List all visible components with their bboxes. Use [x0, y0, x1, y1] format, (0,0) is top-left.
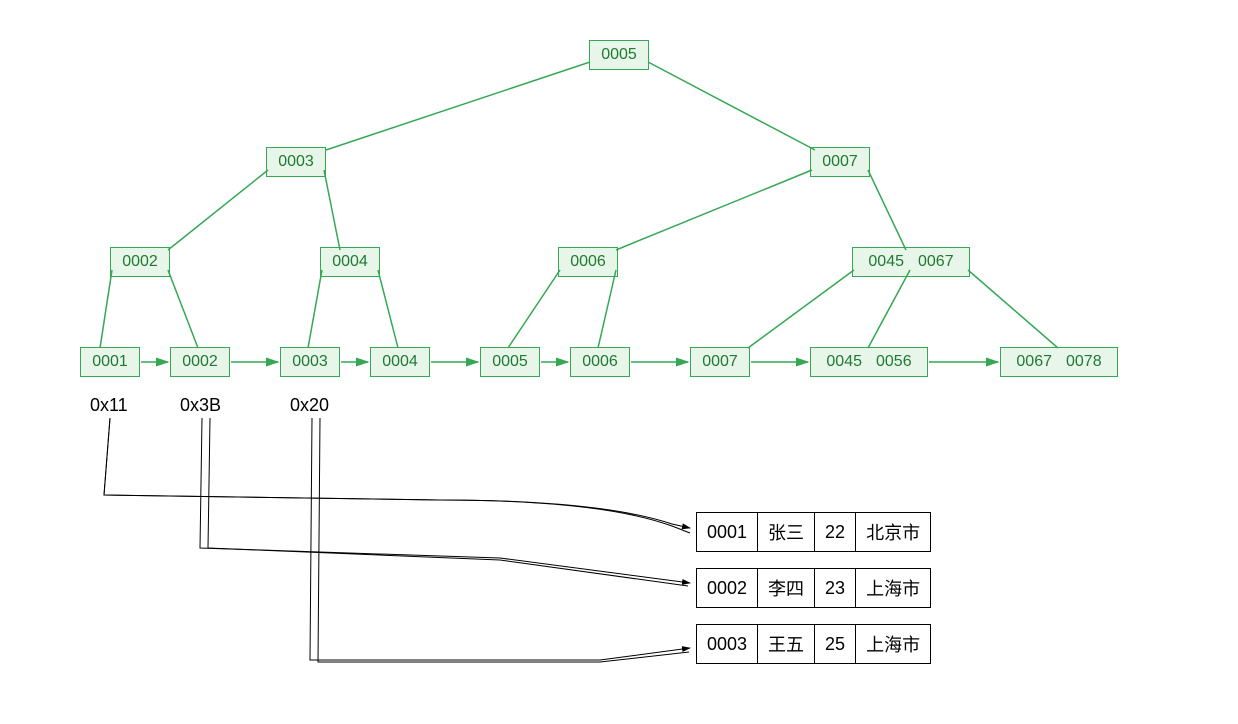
cell-city: 上海市 — [856, 625, 931, 664]
tree-leaf: 0001 — [80, 347, 140, 377]
table-row: 0001 张三 22 北京市 — [697, 513, 931, 552]
tree-leaf: 0007 — [690, 347, 750, 377]
tree-leaf: 0003 — [280, 347, 340, 377]
tree-leaf: 0005 — [480, 347, 540, 377]
node-key: 0007 — [702, 353, 738, 371]
cell-city: 上海市 — [856, 569, 931, 608]
records-table: 0001 张三 22 北京市 0002 李四 23 上海市 0003 王五 25… — [696, 512, 931, 664]
tree-node-internal: 0007 — [810, 147, 870, 177]
cell-name: 李四 — [758, 569, 815, 608]
node-key: 0002 — [122, 253, 158, 271]
node-key: 0007 — [822, 153, 858, 171]
cell-name: 张三 — [758, 513, 815, 552]
node-key: 0004 — [332, 253, 368, 271]
node-key: 0067 — [918, 253, 954, 271]
cell-key: 0002 — [697, 569, 758, 608]
tree-leaf: 0045 0056 — [810, 347, 928, 377]
tree-node-root: 0005 — [589, 40, 649, 70]
cell-city: 北京市 — [856, 513, 931, 552]
node-key: 0003 — [292, 353, 328, 371]
node-key: 0045 — [868, 253, 904, 271]
node-key: 0045 — [826, 353, 862, 371]
tree-leaf: 0067 0078 — [1000, 347, 1118, 377]
pointer-label: 0x20 — [290, 395, 329, 416]
node-key: 0078 — [1066, 353, 1102, 371]
cell-key: 0001 — [697, 513, 758, 552]
node-key: 0001 — [92, 353, 128, 371]
node-key: 0004 — [382, 353, 418, 371]
node-key: 0002 — [182, 353, 218, 371]
tree-leaf: 0006 — [570, 347, 630, 377]
pointer-label: 0x11 — [90, 395, 128, 416]
diagram-canvas: 0005 0003 0007 0002 0004 0006 0045 0067 … — [0, 0, 1238, 724]
cell-name: 王五 — [758, 625, 815, 664]
tree-leaf: 0002 — [170, 347, 230, 377]
node-key: 0056 — [876, 353, 912, 371]
tree-node-internal: 0004 — [320, 247, 380, 277]
tree-leaf: 0004 — [370, 347, 430, 377]
table-row: 0003 王五 25 上海市 — [697, 625, 931, 664]
tree-node-internal: 0045 0067 — [852, 247, 970, 277]
node-key: 0006 — [582, 353, 618, 371]
cell-age: 23 — [815, 569, 856, 608]
node-key: 0005 — [601, 46, 637, 64]
cell-age: 25 — [815, 625, 856, 664]
tree-node-internal: 0002 — [110, 247, 170, 277]
tree-node-internal: 0006 — [558, 247, 618, 277]
table-row: 0002 李四 23 上海市 — [697, 569, 931, 608]
pointer-label: 0x3B — [180, 395, 221, 416]
cell-key: 0003 — [697, 625, 758, 664]
node-key: 0003 — [278, 153, 314, 171]
node-key: 0006 — [570, 253, 606, 271]
cell-age: 22 — [815, 513, 856, 552]
node-key: 0005 — [492, 353, 528, 371]
node-key: 0067 — [1016, 353, 1052, 371]
tree-node-internal: 0003 — [266, 147, 326, 177]
